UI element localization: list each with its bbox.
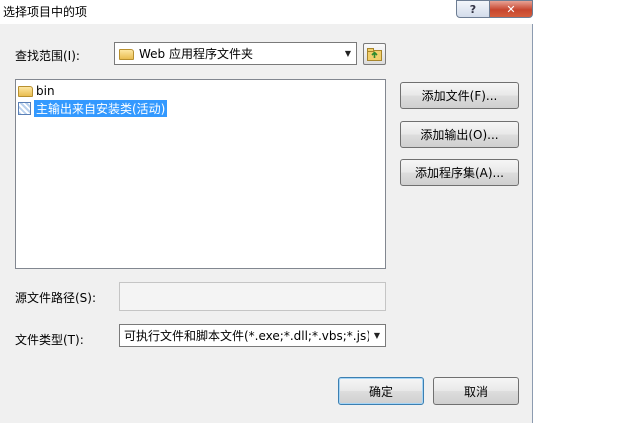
dialog-body: 查找范围(I): Web 应用程序文件夹 ▼ bin 主输出来自安装类(活动) … <box>0 24 533 423</box>
project-output-icon <box>18 101 31 115</box>
look-in-label: 查找范围(I): <box>15 49 80 63</box>
look-in-text: Web 应用程序文件夹 <box>139 47 253 61</box>
file-type-combobox[interactable]: 可执行文件和脚本文件(*.exe;*.dll;*.vbs;*.js) ▼ <box>119 324 386 347</box>
dropdown-arrow-icon: ▼ <box>344 49 352 58</box>
title-bar: 选择项目中的项 ? ✕ <box>0 0 533 24</box>
look-in-combobox[interactable]: Web 应用程序文件夹 ▼ <box>114 42 357 65</box>
cancel-button[interactable]: 取消 <box>433 377 519 405</box>
file-listbox[interactable]: bin 主输出来自安装类(活动) <box>15 79 386 269</box>
close-button[interactable]: ✕ <box>489 0 533 18</box>
list-item-bin[interactable]: bin <box>18 83 55 99</box>
folder-icon <box>119 49 134 60</box>
help-button[interactable]: ? <box>456 0 490 18</box>
help-icon: ? <box>469 2 477 16</box>
add-assembly-button[interactable]: 添加程序集(A)... <box>400 159 519 186</box>
file-type-label: 文件类型(T): <box>15 333 84 347</box>
folder-up-icon <box>367 47 382 61</box>
source-path-label: 源文件路径(S): <box>15 291 97 305</box>
look-in-value: Web 应用程序文件夹 <box>115 45 340 62</box>
close-icon: ✕ <box>506 2 516 16</box>
ok-button[interactable]: 确定 <box>338 377 424 405</box>
list-item-primary-output[interactable]: 主输出来自安装类(活动) <box>18 99 168 117</box>
dropdown-arrow-icon: ▼ <box>373 331 381 340</box>
add-output-button[interactable]: 添加输出(O)... <box>400 121 519 148</box>
file-type-value: 可执行文件和脚本文件(*.exe;*.dll;*.vbs;*.js) <box>124 329 369 343</box>
up-one-level-button[interactable] <box>363 43 386 65</box>
add-file-button[interactable]: 添加文件(F)... <box>400 82 519 109</box>
list-item-label: 主输出来自安装类(活动) <box>34 99 168 117</box>
source-path-field <box>119 282 386 311</box>
folder-icon <box>18 85 33 97</box>
list-item-label: bin <box>36 84 55 98</box>
window-title: 选择项目中的项 <box>3 5 88 19</box>
